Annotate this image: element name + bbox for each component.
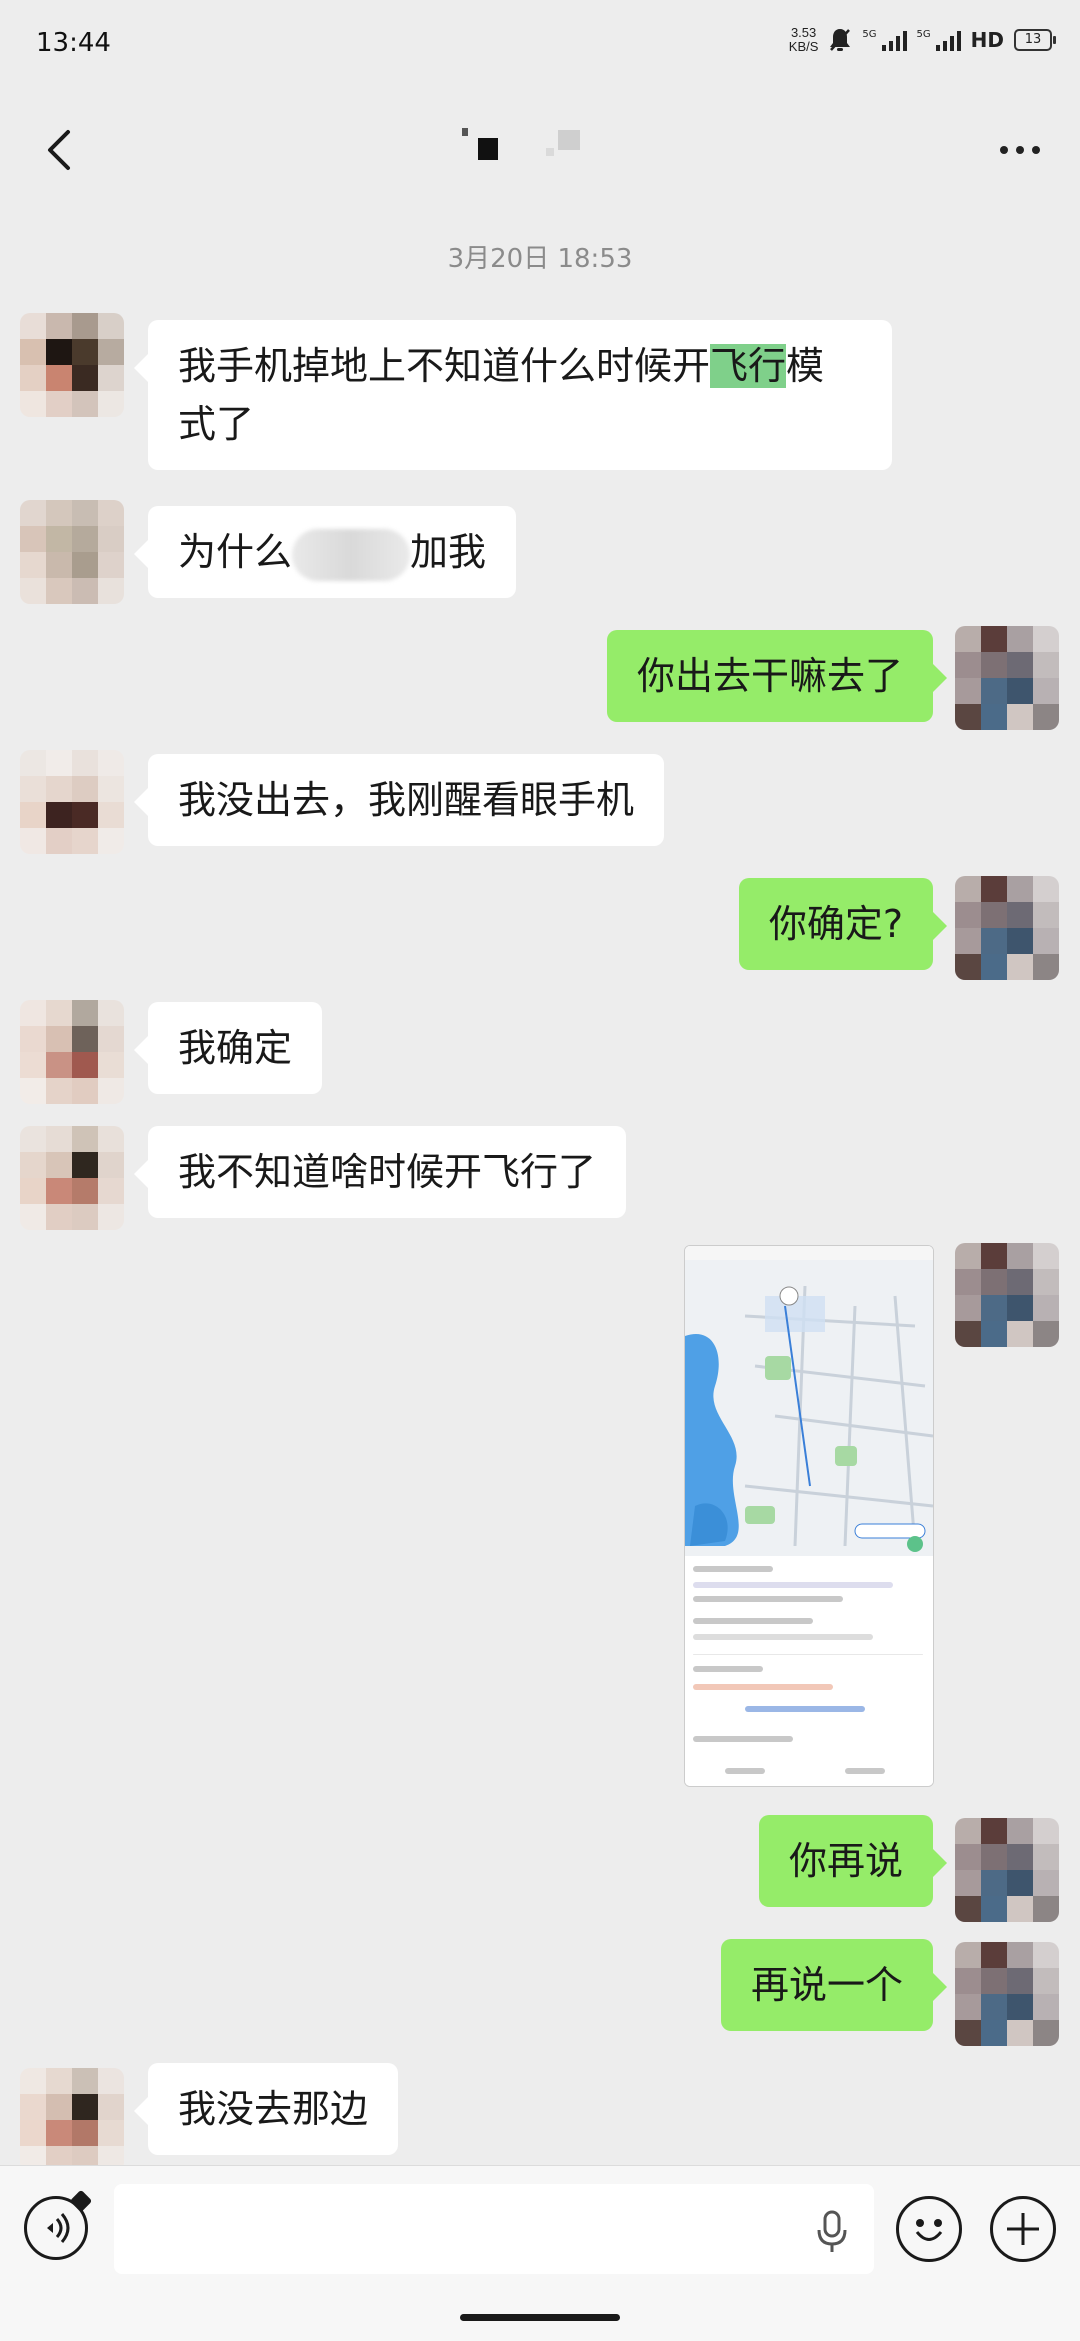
message-bubble-incoming[interactable]: 我不知道啥时候开飞行了 [133,1126,627,1218]
message-text: 我不知道啥时候开飞行了 [178,1150,597,1194]
message-bubble-incoming[interactable]: 我确定 [133,1002,323,1094]
map-info-panel [685,1556,933,1786]
network-speed-value: 3.53 [790,25,817,40]
contact-avatar[interactable] [20,313,124,417]
message-text: 我确定 [178,1026,293,1070]
message-bubble-outgoing[interactable]: 你再说 [758,1815,948,1907]
chat-title [460,128,630,172]
message-text: 加我 [410,530,487,574]
message-bubble-outgoing[interactable]: 再说一个 [720,1939,948,2031]
back-arrow-icon[interactable] [30,120,90,180]
contact-avatar[interactable] [20,1126,124,1230]
message-text: 你再说 [788,1839,903,1883]
message-text: 你确定? [768,902,903,946]
my-avatar[interactable] [955,1942,1059,2046]
message-text: 为什么 [178,530,293,574]
my-avatar[interactable] [955,1243,1059,1347]
status-bar: 13:44 3.53 KB/S 5G 5G HD 13 [0,0,1080,90]
status-time: 13:44 [36,28,111,58]
network-speed: 3.53 KB/S [789,26,819,54]
my-avatar[interactable] [955,626,1059,730]
search-highlight: 飞行 [710,344,787,388]
mute-bell-icon [830,29,851,51]
message-text: 我没出去，我刚醒看眼手机 [178,778,635,822]
message-bubble-outgoing[interactable]: 你出去干嘛去了 [606,630,948,722]
my-avatar[interactable] [955,1818,1059,1922]
signal-icon: 5G [862,29,907,51]
signal-icon-2: 5G [917,29,961,51]
message-text: 我没去那边 [178,2087,369,2131]
contact-avatar[interactable] [20,2068,124,2172]
microphone-icon[interactable] [812,2208,852,2256]
message-bubble-incoming[interactable]: 我手机掉地上不知道什么时候开飞行模式了 [134,320,892,470]
message-text: 你出去干嘛去了 [636,654,903,698]
message-text: 再说一个 [750,1963,903,2007]
chat-input-bar [0,2165,1080,2341]
message-text: 我手机掉地上不知道什么时候开 [178,344,711,388]
home-indicator[interactable] [460,2314,620,2321]
network-speed-unit: KB/S [788,39,819,54]
battery-icon: 13 [1014,29,1056,51]
image-message-thumbnail[interactable] [684,1245,934,1787]
map-screenshot [685,1246,933,1556]
message-bubble-outgoing[interactable]: 你确定? [738,878,948,970]
message-input[interactable] [114,2184,874,2274]
contact-avatar[interactable] [20,500,124,604]
contact-avatar[interactable] [20,750,124,854]
contact-avatar[interactable] [20,1000,124,1104]
message-bubble-incoming[interactable]: 为什么 加我 [133,506,517,598]
emoji-icon[interactable] [896,2196,962,2262]
message-bubble-incoming[interactable]: 我没出去，我刚醒看眼手机 [133,754,665,846]
hd-indicator: HD [970,28,1004,52]
more-dots-icon[interactable] [990,120,1050,180]
chat-header [0,90,1080,210]
message-bubble-incoming[interactable]: 我没去那边 [133,2063,399,2155]
chat-timestamp: 3月20日 18:53 [447,244,633,274]
blurred-region [292,528,411,581]
voice-mode-icon[interactable] [24,2189,93,2260]
plus-icon[interactable] [990,2196,1056,2262]
map-graphic [685,1246,933,1556]
my-avatar[interactable] [955,876,1059,980]
status-icons: 3.53 KB/S 5G 5G HD 13 [789,26,1056,54]
